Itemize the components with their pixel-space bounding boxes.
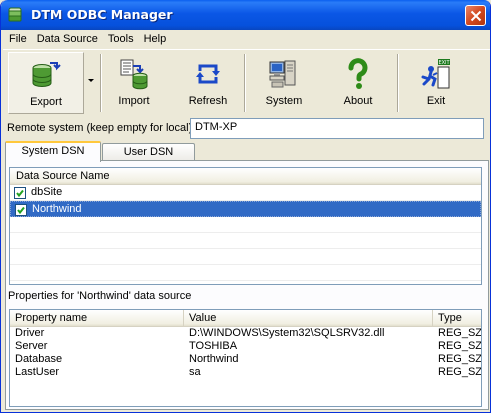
property-type: REG_SZ bbox=[438, 327, 482, 339]
dsn-column-header: Data Source Name bbox=[16, 170, 110, 182]
about-label: About bbox=[343, 95, 373, 107]
menu-help[interactable]: Help bbox=[139, 30, 172, 48]
properties-table[interactable]: Property name Value Type Driver D:\WINDO… bbox=[9, 309, 482, 407]
table-row[interactable]: Database Northwind REG_SZ bbox=[10, 353, 481, 366]
list-item[interactable]: Northwind bbox=[10, 201, 481, 217]
remote-system-label: Remote system (keep empty for local) bbox=[7, 122, 193, 134]
refresh-label: Refresh bbox=[188, 95, 228, 107]
property-value: TOSHIBA bbox=[189, 340, 238, 352]
toolbar: Export Import Refresh System About EXIT … bbox=[3, 49, 490, 116]
property-name: LastUser bbox=[15, 366, 60, 378]
dsn-list-header[interactable]: Data Source Name bbox=[10, 168, 481, 185]
app-window: DTM ODBC Manager File Data Source Tools … bbox=[0, 0, 491, 413]
import-button[interactable]: Import bbox=[105, 52, 163, 114]
properties-header: Property name Value Type bbox=[10, 310, 481, 327]
checkmark-icon bbox=[16, 189, 24, 198]
export-button[interactable]: Export bbox=[8, 52, 84, 114]
toolbar-separator bbox=[244, 54, 246, 112]
system-label: System bbox=[265, 95, 303, 107]
column-header-value[interactable]: Value bbox=[184, 310, 433, 327]
property-value: Northwind bbox=[189, 353, 239, 365]
title-bar[interactable]: DTM ODBC Manager bbox=[1, 0, 490, 30]
about-button[interactable]: About bbox=[329, 52, 387, 114]
property-type: REG_SZ bbox=[438, 353, 482, 365]
checkmark-icon bbox=[17, 206, 25, 215]
refresh-icon bbox=[196, 64, 220, 84]
exit-button[interactable]: EXIT Exit bbox=[407, 52, 465, 114]
toolbar-separator bbox=[397, 54, 399, 112]
tab-system-dsn[interactable]: System DSN bbox=[5, 141, 101, 162]
column-header-type[interactable]: Type bbox=[433, 310, 481, 327]
menu-file[interactable]: File bbox=[4, 30, 32, 48]
checkbox[interactable] bbox=[14, 187, 26, 199]
question-icon bbox=[348, 58, 368, 89]
export-dropdown[interactable] bbox=[84, 52, 98, 114]
table-row[interactable]: LastUser sa REG_SZ bbox=[10, 366, 481, 379]
table-row[interactable]: Driver D:\WINDOWS\System32\SQLSRV32.dll … bbox=[10, 327, 481, 340]
list-item[interactable]: dbSite bbox=[10, 185, 481, 201]
refresh-button[interactable]: Refresh bbox=[179, 52, 237, 114]
table-row[interactable]: Server TOSHIBA REG_SZ bbox=[10, 340, 481, 353]
remote-system-input[interactable]: DTM-XP bbox=[190, 118, 484, 139]
property-name: Server bbox=[15, 340, 48, 352]
exit-sign-text: EXIT bbox=[438, 60, 450, 66]
empty-row bbox=[10, 265, 481, 281]
computer-icon bbox=[269, 60, 296, 88]
empty-row bbox=[10, 249, 481, 265]
property-value: sa bbox=[189, 366, 201, 378]
checkbox[interactable] bbox=[15, 204, 27, 216]
toolbar-separator bbox=[100, 54, 102, 112]
export-label: Export bbox=[30, 96, 62, 108]
property-type: REG_SZ bbox=[438, 366, 482, 378]
menu-tools[interactable]: Tools bbox=[103, 30, 139, 48]
system-button[interactable]: System bbox=[253, 52, 315, 114]
menu-data-source[interactable]: Data Source bbox=[32, 30, 103, 48]
properties-label: Properties for 'Northwind' data source bbox=[8, 290, 192, 302]
tab-panel: Data Source Name dbSite Northwind Proper… bbox=[5, 160, 489, 410]
tab-bar: System DSN User DSN bbox=[5, 141, 489, 162]
property-name: Driver bbox=[15, 327, 45, 339]
menu-bar: File Data Source Tools Help bbox=[1, 30, 490, 48]
dsn-name: Northwind bbox=[32, 203, 82, 215]
close-icon bbox=[470, 10, 482, 22]
property-type: REG_SZ bbox=[438, 340, 482, 352]
property-value: D:\WINDOWS\System32\SQLSRV32.dll bbox=[189, 327, 385, 339]
close-button[interactable] bbox=[465, 5, 486, 26]
import-icon bbox=[120, 59, 148, 90]
tab-user-dsn[interactable]: User DSN bbox=[102, 143, 195, 161]
remote-system-row: Remote system (keep empty for local) DTM… bbox=[1, 118, 490, 140]
dsn-list[interactable]: Data Source Name dbSite Northwind bbox=[9, 167, 482, 285]
empty-row bbox=[10, 217, 481, 233]
column-header-property[interactable]: Property name bbox=[10, 310, 184, 327]
import-label: Import bbox=[118, 95, 150, 107]
window-title: DTM ODBC Manager bbox=[31, 7, 173, 22]
exit-icon: EXIT bbox=[421, 59, 450, 89]
chevron-down-icon bbox=[88, 79, 94, 82]
empty-row bbox=[10, 233, 481, 249]
exit-label: Exit bbox=[426, 95, 446, 107]
export-icon bbox=[32, 62, 61, 87]
app-icon bbox=[7, 7, 23, 23]
property-name: Database bbox=[15, 353, 63, 365]
dsn-name: dbSite bbox=[31, 186, 63, 198]
